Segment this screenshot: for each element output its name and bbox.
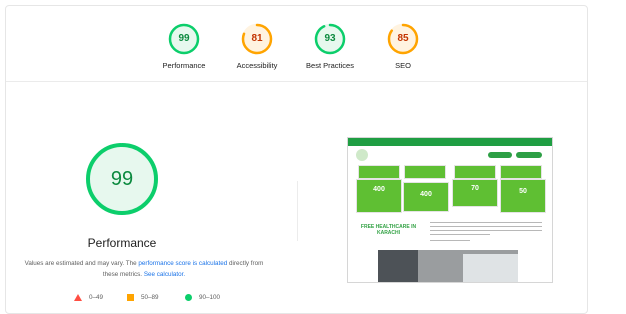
thumb-tile-1: 400 — [356, 179, 402, 213]
gauge-seo-label: SEO — [395, 61, 411, 70]
performance-score-gauge: 99 — [84, 141, 160, 217]
performance-description: Values are estimated and may vary. The p… — [22, 258, 266, 280]
score-legend: 0–49 50–89 90–100 — [74, 294, 254, 306]
legend-fail-range: 0–49 — [89, 294, 104, 301]
triangle-icon — [74, 294, 82, 301]
section-divider — [297, 181, 298, 241]
thumb-tile-4: 50 — [500, 179, 546, 213]
desc-text-1: Values are estimated and may vary. The — [24, 260, 139, 267]
performance-score-value: 99 — [110, 168, 134, 190]
performance-title: Performance — [87, 236, 157, 250]
gauge-seo[interactable]: 85 SEO — [358, 23, 448, 70]
legend-pass: 90–100 — [185, 294, 220, 301]
thumb-tile-2: 400 — [403, 182, 449, 212]
gauge-seo-value: 85 — [397, 33, 409, 44]
thumb-topbar — [348, 138, 552, 146]
thumb-heading: FREE HEALTHCARE IN KARACHI — [360, 224, 417, 236]
legend-fail: 0–49 — [74, 294, 103, 301]
legend-pass-range: 90–100 — [199, 294, 221, 301]
legend-average-range: 50–89 — [141, 294, 159, 301]
page-screenshot-thumbnail[interactable]: 400 400 70 50 FREE HEALTHCARE IN KARACHI — [347, 137, 553, 283]
square-icon — [127, 294, 134, 301]
thumb-photo — [378, 250, 518, 282]
score-summary: 99 Performance 81 Accessibility 93 Best … — [6, 6, 587, 82]
legend-average: 50–89 — [127, 294, 159, 301]
thumb-nav — [348, 146, 552, 164]
circle-icon — [185, 294, 192, 301]
thumb-tile-3: 70 — [452, 179, 498, 207]
calculator-link[interactable]: See calculator. — [144, 271, 185, 278]
report-card: 99 Performance 81 Accessibility 93 Best … — [5, 5, 588, 314]
score-calculation-link[interactable]: performance score is calculated — [138, 260, 227, 267]
